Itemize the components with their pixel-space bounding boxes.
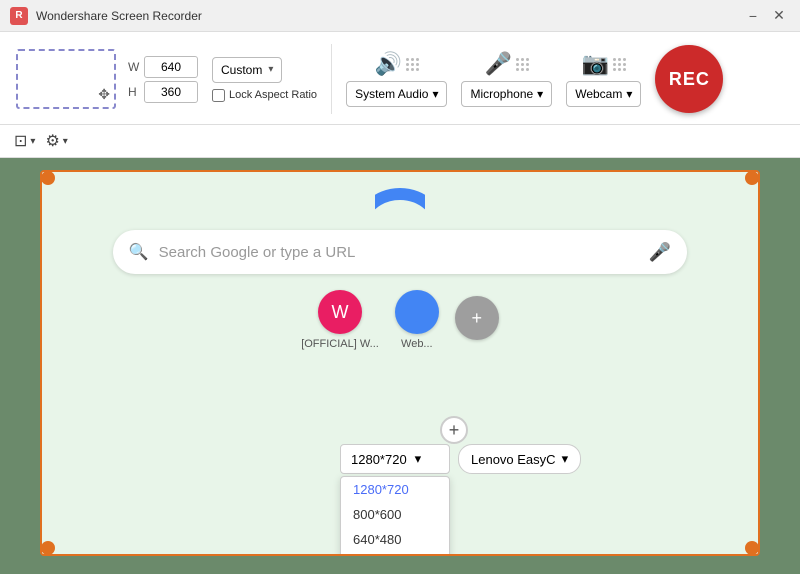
divider-1 [331,44,332,114]
screen-select-icon: ⊡ [14,131,27,151]
shortcut-1: Web... [395,290,439,350]
search-icon: 🔍 [129,242,149,262]
speaker-dots [406,58,419,71]
screen-select-button[interactable]: ⊡ ▾ [14,131,35,151]
camera-select-button[interactable]: Lenovo EasyC ▾ [458,444,581,474]
settings-arrow: ▾ [63,136,68,147]
system-audio-dropdown[interactable]: System Audio ▾ [346,81,447,107]
microphone-control: 🎤 Microphone ▾ [461,51,552,107]
microphone-icon: 🎤 [485,51,512,77]
shortcut-icon-1 [395,290,439,334]
height-label: H [128,85,140,99]
resolution-dropdown-menu: 1280*720 800*600 640*480 320*240 160*120 [340,476,450,556]
lock-aspect-text: Lock Aspect Ratio [229,89,317,101]
shortcut-label-0: [OFFICIAL] W... [301,338,379,350]
system-audio-label: System Audio [355,87,428,101]
res-option-2[interactable]: 640*480 [341,527,449,552]
camera-label: Lenovo EasyC [471,452,556,467]
search-placeholder: Search Google or type a URL [159,244,639,261]
height-input[interactable] [144,81,198,103]
shortcuts-row: W [OFFICIAL] W... Web... + [301,286,499,354]
webcam-dots [613,58,626,71]
add-shortcut-button[interactable]: + [440,416,468,444]
lock-aspect-checkbox[interactable] [212,89,225,102]
browser-area: 🔍 Search Google or type a URL 🎤 W [OFFIC… [40,170,760,556]
camera-arrow: ▾ [562,451,569,467]
width-label: W [128,60,140,74]
app-icon: R [10,7,28,25]
corner-br [745,541,759,555]
minimize-button[interactable]: − [742,5,764,27]
webcam-label: Webcam [575,87,622,101]
webcam-arrow: ▾ [626,87,632,101]
resolution-select-button[interactable]: 1280*720 ▾ [340,444,450,474]
system-audio-control: 🔊 System Audio ▾ [346,51,447,107]
lock-aspect-label[interactable]: Lock Aspect Ratio [212,89,317,102]
mic-search-icon: 🎤 [649,242,671,263]
shortcut-icon-0: W [318,290,362,334]
app-title: Wondershare Screen Recorder [36,9,742,23]
webcam-icon: 📷 [582,51,609,77]
corner-tr [745,171,759,185]
rec-button[interactable]: REC [655,45,723,113]
microphone-arrow: ▾ [537,87,543,101]
mic-dots [516,58,529,71]
control-panel: ✥ W H Custom ▾ Lock Aspect Ratio 🔊 [0,32,800,125]
system-audio-arrow: ▾ [432,87,438,101]
microphone-label: Microphone [470,87,533,101]
settings-icon: ⚙ [45,131,59,151]
res-option-3[interactable]: 320*240 [341,552,449,556]
custom-label: Custom [221,63,262,77]
window-controls: − ✕ [742,5,790,27]
corner-tl [41,171,55,185]
res-option-0[interactable]: 1280*720 [341,477,449,502]
search-bar[interactable]: 🔍 Search Google or type a URL 🎤 [113,230,688,274]
close-button[interactable]: ✕ [768,5,790,27]
screen-select-arrow: ▾ [30,136,35,147]
shortcut-label-1: Web... [401,338,433,350]
move-icon: ✥ [98,86,110,103]
shortcut-2: + [455,296,499,344]
shortcut-0: W [OFFICIAL] W... [301,290,379,350]
resolution-select-container: 1280*720 ▾ 1280*720 800*600 640*480 320*… [340,444,450,474]
corner-bl [41,541,55,555]
settings-button[interactable]: ⚙ ▾ [45,131,67,151]
browser-logo-partial [375,188,425,218]
width-input[interactable] [144,56,198,78]
webcam-control: 📷 Webcam ▾ [566,51,641,107]
wh-inputs: W H [128,56,198,103]
canvas-preview: ✥ [16,49,116,109]
custom-dropdown-arrow: ▾ [268,64,273,75]
resolution-selected: 1280*720 [351,452,407,467]
shortcut-icon-2: + [455,296,499,340]
title-bar: R Wondershare Screen Recorder − ✕ [0,0,800,32]
webcam-dropdown[interactable]: Webcam ▾ [566,81,641,107]
microphone-dropdown[interactable]: Microphone ▾ [461,81,552,107]
main-content: 🔍 Search Google or type a URL 🎤 W [OFFIC… [0,158,800,568]
custom-dropdown[interactable]: Custom ▾ [212,57,282,83]
resolution-dropdown-area: 1280*720 ▾ 1280*720 800*600 640*480 320*… [340,444,581,474]
speaker-icon: 🔊 [375,51,402,77]
resolution-arrow: ▾ [415,451,422,467]
bottom-toolbar: ⊡ ▾ ⚙ ▾ [0,125,800,158]
res-option-1[interactable]: 800*600 [341,502,449,527]
